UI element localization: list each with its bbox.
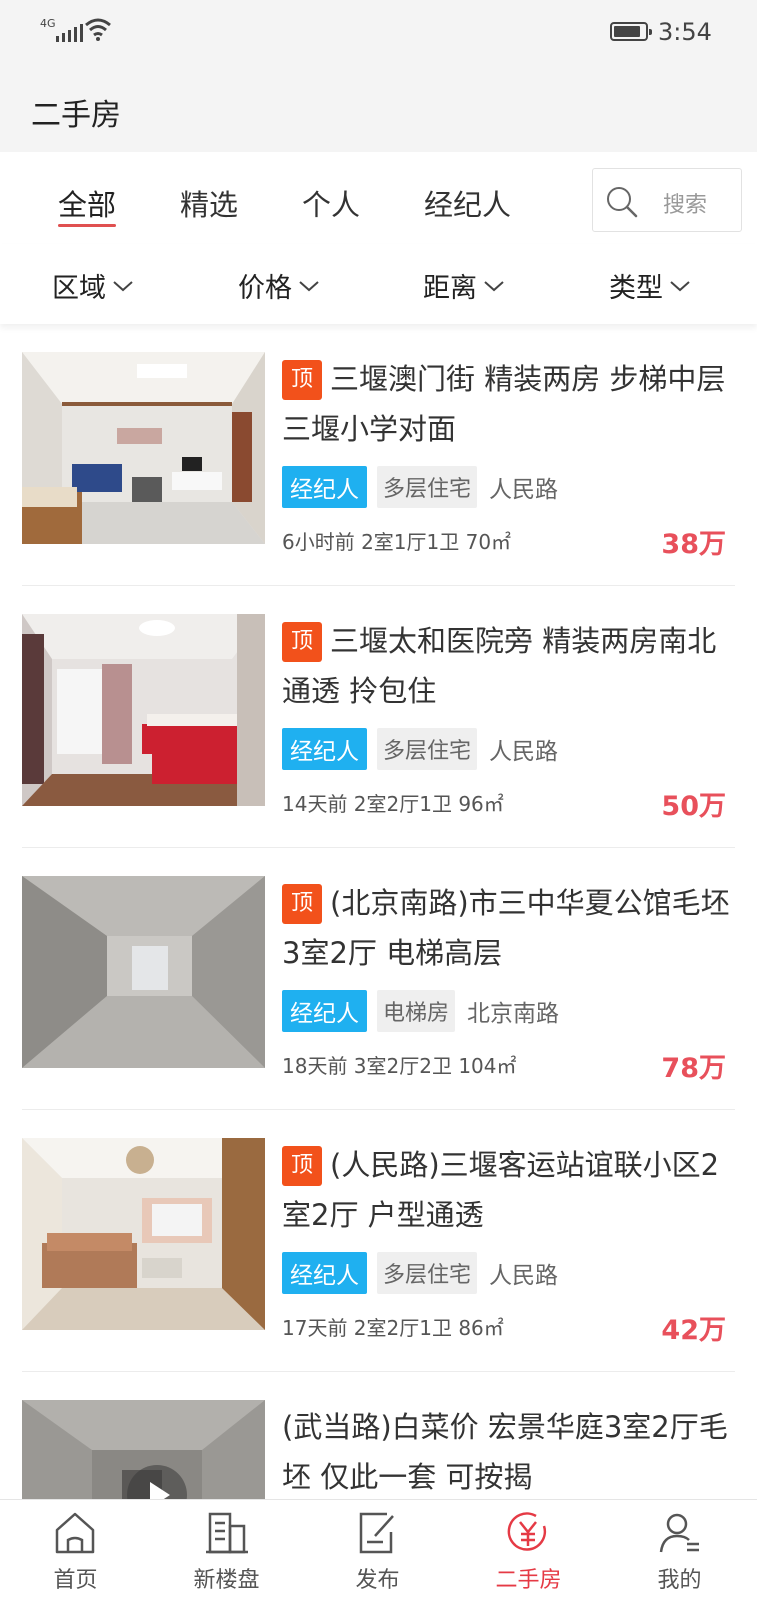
network-type: 4G bbox=[40, 17, 56, 30]
search-icon bbox=[607, 187, 638, 218]
nav-label: 新楼盘 bbox=[193, 1568, 260, 1593]
battery-icon bbox=[610, 22, 652, 41]
listing-title: (武当路)白菜价 宏景华庭3室2厅毛坯 仅此一套 可按揭 bbox=[282, 1402, 734, 1502]
listing-title-text: 三堰澳门街 精装两房 步梯中层 三堰小学对面 bbox=[282, 362, 726, 446]
chevron-down-icon bbox=[484, 280, 504, 291]
nav-home[interactable]: 首页 bbox=[0, 1500, 151, 1600]
nav-new-homes[interactable]: 新楼盘 bbox=[151, 1500, 302, 1600]
listing-meta: 14天前 2室2厅1卫 96㎡ bbox=[282, 792, 504, 816]
top-badge: 顶 bbox=[282, 360, 322, 400]
tab-all[interactable]: 全部 bbox=[58, 182, 116, 224]
type-tag: 多层住宅 bbox=[377, 466, 478, 508]
search-placeholder: 搜索 bbox=[663, 193, 708, 218]
listing-price: 78万 bbox=[661, 1053, 726, 1084]
filter-type[interactable]: 类型 bbox=[609, 266, 691, 305]
top-badge: 顶 bbox=[282, 622, 322, 662]
nav-label: 首页 bbox=[53, 1568, 98, 1593]
filter-bar: 区域 价格 距离 类型 bbox=[0, 244, 757, 324]
tab-personal[interactable]: 个人 bbox=[302, 182, 360, 224]
filter-label: 价格 bbox=[238, 273, 292, 304]
listing-card[interactable]: 顶三堰澳门街 精装两房 步梯中层 三堰小学对面 经纪人 多层住宅 人民路 6小时… bbox=[0, 324, 757, 586]
agent-tag: 经纪人 bbox=[282, 728, 367, 770]
listing-title: 顶三堰澳门街 精装两房 步梯中层 三堰小学对面 bbox=[282, 354, 734, 454]
app-header: 二手房 bbox=[0, 64, 757, 152]
top-badge: 顶 bbox=[282, 884, 322, 924]
home-icon bbox=[55, 1512, 95, 1554]
nav-label: 二手房 bbox=[495, 1568, 562, 1593]
type-tag: 多层住宅 bbox=[377, 728, 478, 770]
listing-price: 42万 bbox=[661, 1315, 726, 1346]
nav-second-hand[interactable]: 二手房 bbox=[453, 1500, 604, 1600]
chevron-down-icon bbox=[299, 280, 319, 291]
listing-title: 顶三堰太和医院旁 精装两房南北通透 拎包住 bbox=[282, 616, 734, 716]
listing-price: 38万 bbox=[661, 529, 726, 560]
area-tag: 人民路 bbox=[489, 477, 559, 503]
chevron-down-icon bbox=[113, 280, 133, 291]
listing-photo bbox=[22, 1138, 265, 1330]
type-tag: 电梯房 bbox=[377, 990, 456, 1032]
filter-label: 区域 bbox=[52, 273, 106, 304]
listing-card[interactable]: 顶 (北京南路)市三中华夏公馆毛坯3室2厅 电梯高层 经纪人 电梯房 北京南路 1… bbox=[0, 848, 757, 1110]
publish-icon bbox=[359, 1512, 394, 1554]
chevron-down-icon bbox=[670, 280, 690, 291]
listing-photo bbox=[22, 876, 265, 1068]
nav-profile[interactable]: 我的 bbox=[604, 1500, 755, 1600]
listing-card[interactable]: 顶三堰太和医院旁 精装两房南北通透 拎包住 经纪人 多层住宅 人民路 14天前 … bbox=[0, 586, 757, 848]
listing-price: 50万 bbox=[661, 791, 726, 822]
filter-distance[interactable]: 距离 bbox=[423, 266, 505, 305]
nav-label: 发布 bbox=[355, 1568, 400, 1593]
status-bar: 4G 3:54 bbox=[0, 0, 757, 64]
active-tab-indicator bbox=[58, 224, 116, 227]
area-tag: 人民路 bbox=[489, 1263, 559, 1289]
listing-photo bbox=[22, 614, 265, 806]
area-tag: 人民路 bbox=[489, 739, 559, 765]
listing-meta: 17天前 2室2厅1卫 86㎡ bbox=[282, 1316, 504, 1340]
listing-title-text: (北京南路)市三中华夏公馆毛坯3室2厅 电梯高层 bbox=[282, 886, 730, 970]
type-tag: 多层住宅 bbox=[377, 1252, 478, 1294]
listing-title-text: (武当路)白菜价 宏景华庭3室2厅毛坯 仅此一套 可按揭 bbox=[282, 1410, 728, 1494]
filter-price[interactable]: 价格 bbox=[238, 266, 320, 305]
nav-label: 我的 bbox=[657, 1568, 702, 1593]
area-tag: 北京南路 bbox=[467, 1001, 560, 1027]
top-badge: 顶 bbox=[282, 1146, 322, 1186]
listing-card[interactable]: 顶 (人民路)三堰客运站谊联小区2室2厅 户型通透 经纪人 多层住宅 人民路 17… bbox=[0, 1110, 757, 1372]
search-box[interactable]: 搜索 bbox=[592, 168, 742, 232]
tab-agent[interactable]: 经纪人 bbox=[424, 182, 511, 224]
listing-meta: 18天前 3室2厅2卫 104㎡ bbox=[282, 1054, 517, 1078]
filter-label: 类型 bbox=[609, 273, 663, 304]
profile-icon bbox=[659, 1513, 699, 1553]
clock: 3:54 bbox=[658, 18, 712, 46]
listing-title: 顶 (北京南路)市三中华夏公馆毛坯3室2厅 电梯高层 bbox=[282, 878, 734, 978]
page-title: 二手房 bbox=[31, 98, 121, 133]
filter-label: 距离 bbox=[423, 273, 477, 304]
agent-tag: 经纪人 bbox=[282, 466, 367, 508]
tab-featured[interactable]: 精选 bbox=[180, 182, 238, 224]
listing-title-text: (人民路)三堰客运站谊联小区2室2厅 户型通透 bbox=[282, 1148, 720, 1232]
nav-publish[interactable]: 发布 bbox=[302, 1500, 453, 1600]
wifi-icon bbox=[85, 18, 111, 41]
listing-photo bbox=[22, 352, 265, 544]
building-icon bbox=[206, 1512, 248, 1554]
listing-title-text: 三堰太和医院旁 精装两房南北通透 拎包住 bbox=[282, 624, 717, 708]
agent-tag: 经纪人 bbox=[282, 990, 367, 1032]
filter-region[interactable]: 区域 bbox=[52, 266, 134, 305]
agent-tag: 经纪人 bbox=[282, 1252, 367, 1294]
bottom-nav: 首页 新楼盘 发布 二手房 我的 bbox=[0, 1499, 757, 1600]
yuan-icon bbox=[507, 1512, 547, 1551]
listing-meta: 6小时前 2室1厅1卫 70㎡ bbox=[282, 530, 512, 554]
listing-title: 顶 (人民路)三堰客运站谊联小区2室2厅 户型通透 bbox=[282, 1140, 734, 1240]
